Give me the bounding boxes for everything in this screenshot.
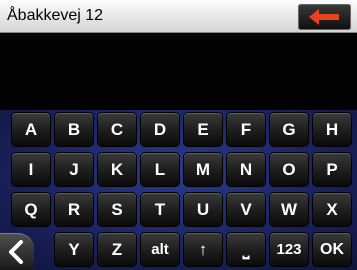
- key-l[interactable]: L: [141, 153, 179, 186]
- key-d[interactable]: D: [141, 113, 179, 146]
- result-area: [0, 33, 357, 110]
- chevron-left-icon: [9, 240, 23, 264]
- key-e[interactable]: E: [184, 113, 222, 146]
- backspace-button[interactable]: [298, 4, 351, 30]
- space-key[interactable]: ⎵: [227, 233, 265, 266]
- key-y[interactable]: Y: [55, 233, 93, 266]
- key-o[interactable]: O: [270, 153, 308, 186]
- key-z[interactable]: Z: [98, 233, 136, 266]
- address-entry-screen: Åbakkevej 12 A B C D E F G H I J K L M N…: [0, 0, 357, 270]
- key-h[interactable]: H: [313, 113, 351, 146]
- input-bar: Åbakkevej 12: [0, 0, 357, 33]
- key-m[interactable]: M: [184, 153, 222, 186]
- key-k[interactable]: K: [98, 153, 136, 186]
- shift-key[interactable]: ↑: [184, 233, 222, 266]
- key-t[interactable]: T: [141, 193, 179, 226]
- key-b[interactable]: B: [55, 113, 93, 146]
- key-w[interactable]: W: [270, 193, 308, 226]
- key-r[interactable]: R: [55, 193, 93, 226]
- key-x[interactable]: X: [313, 193, 351, 226]
- key-i[interactable]: I: [12, 153, 50, 186]
- key-a[interactable]: A: [12, 113, 50, 146]
- key-n[interactable]: N: [227, 153, 265, 186]
- key-c[interactable]: C: [98, 113, 136, 146]
- key-q[interactable]: Q: [12, 193, 50, 226]
- key-v[interactable]: V: [227, 193, 265, 226]
- key-g[interactable]: G: [270, 113, 308, 146]
- numeric-key[interactable]: 123: [270, 233, 308, 266]
- address-input[interactable]: Åbakkevej 12: [7, 7, 103, 25]
- ok-button[interactable]: OK: [313, 233, 351, 266]
- key-s[interactable]: S: [98, 193, 136, 226]
- scroll-left-button[interactable]: [0, 233, 34, 270]
- key-u[interactable]: U: [184, 193, 222, 226]
- key-f[interactable]: F: [227, 113, 265, 146]
- alt-key[interactable]: alt: [141, 233, 179, 266]
- key-p[interactable]: P: [313, 153, 351, 186]
- key-j[interactable]: J: [55, 153, 93, 186]
- arrow-left-icon: [309, 9, 339, 25]
